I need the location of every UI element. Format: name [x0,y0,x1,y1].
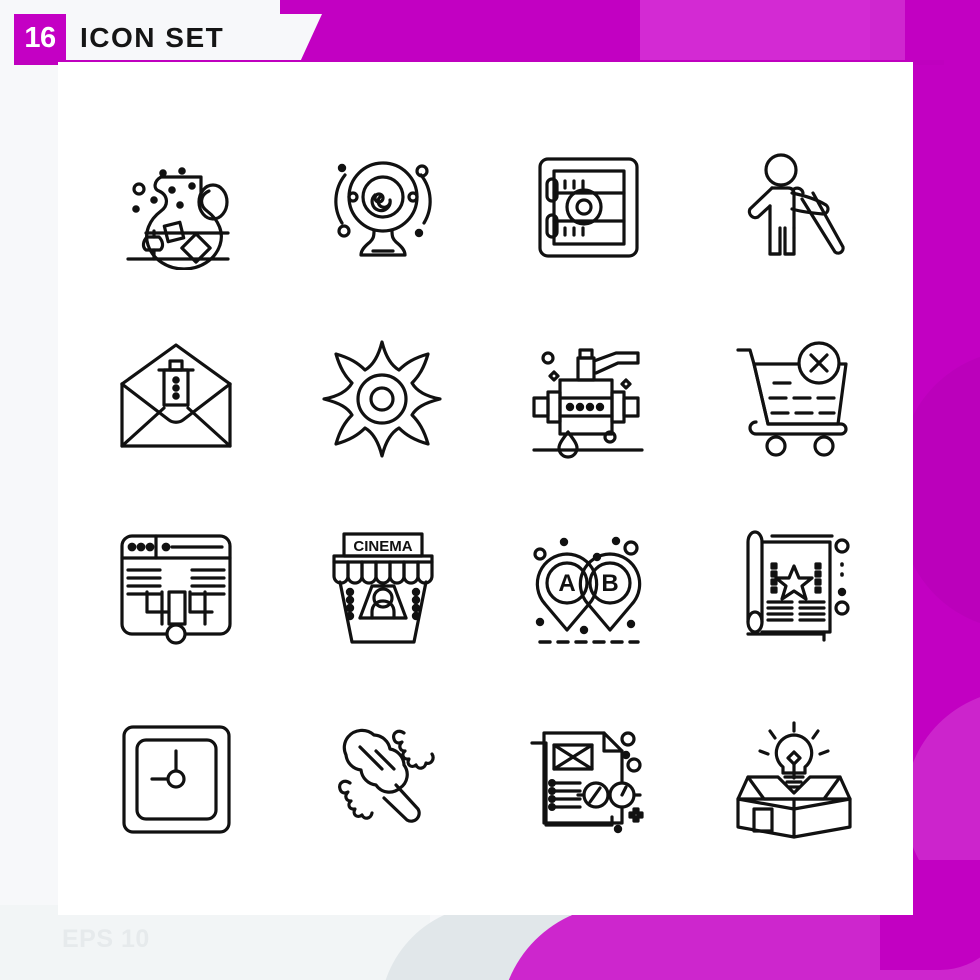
icon-cell-ab-route[interactable]: A B [486,494,692,685]
sun-burst-icon [322,340,442,458]
icon-cell-square-clock[interactable] [74,684,280,875]
right-edge-glow [905,690,980,920]
icon-cell-remove-cart[interactable] [691,303,897,494]
pin-a-label: A [558,570,575,597]
remove-from-cart-icon [736,341,848,457]
pin-b-label: B [601,570,618,597]
ab-location-pins-icon: A B [533,537,642,645]
cinema-booth-icon: CINEMA [332,532,434,644]
safe-vault-icon [538,157,639,258]
delete-mail-icon [120,343,232,448]
poster-header: 16 ICON SET [0,0,980,65]
icon-count-value: 16 [24,21,56,54]
footer-gray-lobe [380,905,570,980]
aquarium-fishbowl-icon [126,167,230,270]
icon-cell-delete-mail[interactable] [74,303,280,494]
icon-cell-safe[interactable] [486,112,692,303]
newspaper-glasses-icon [530,731,644,834]
right-edge-dark-band [905,0,980,980]
star-poster-scroll-icon [746,530,850,642]
icon-cell-blind-person[interactable] [691,112,897,303]
square-clock-icon [122,725,231,834]
webcam-icon [334,161,432,257]
icon-cell-news-glasses[interactable] [486,684,692,875]
blind-person-cane-icon [747,153,845,256]
icon-cell-fishbowl[interactable] [74,112,280,303]
pipe-valve-icon [532,348,644,459]
icon-cell-poster[interactable] [691,494,897,685]
icon-cell-duster[interactable] [280,684,486,875]
footer-blob-fill [700,905,980,980]
cinema-marquee-label: CINEMA [354,538,413,555]
footer-blob-sweep [500,905,920,980]
idea-box-lightbulb-icon [736,721,852,839]
icon-set-poster: 16 ICON SET CINEMA A B EPS 10 [0,0,980,980]
eps-format-label: EPS 10 [62,925,150,953]
icon-cell-valve[interactable] [486,303,692,494]
icon-cell-cinema[interactable]: CINEMA [280,494,486,685]
icon-grid: CINEMA A B [58,62,913,915]
icon-cell-error-404[interactable] [74,494,280,685]
icon-cell-idea-box[interactable] [691,684,897,875]
page-title: ICON SET [80,22,225,53]
icon-cell-webcam[interactable] [280,112,486,303]
error-404-browser-icon [120,534,232,645]
icon-count-badge: 16 [14,14,66,62]
icon-cell-sun-gear[interactable] [280,303,486,494]
feather-duster-icon [338,728,435,823]
